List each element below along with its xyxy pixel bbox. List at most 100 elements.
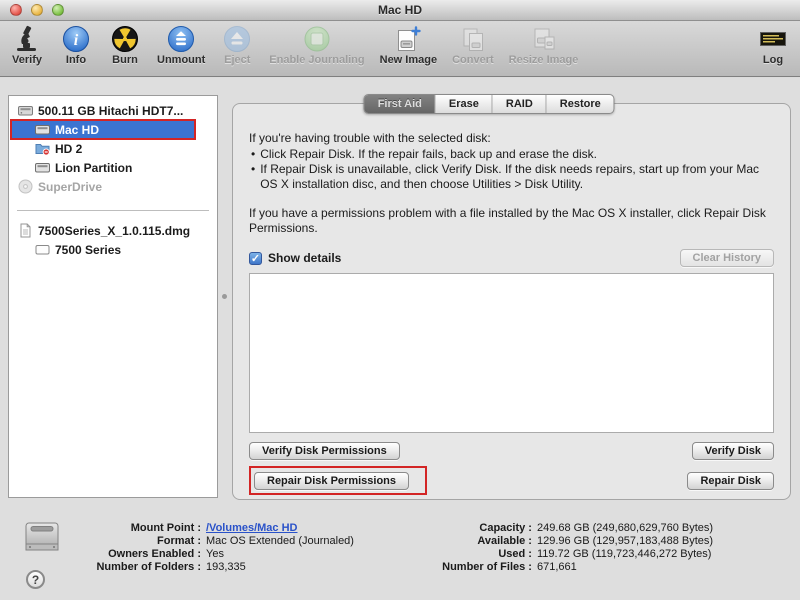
format-row: Format : Mac OS Extended (Journaled)	[64, 535, 354, 548]
footer-left-column: Mount Point : /Volumes/Mac HD Format : M…	[64, 522, 354, 574]
mount-point-label: Mount Point :	[64, 522, 201, 534]
tab-restore[interactable]: Restore	[547, 95, 614, 113]
sidebar-item-label: HD 2	[55, 142, 82, 156]
burn-button[interactable]: Burn	[108, 24, 142, 66]
toolbar: Verify i Info	[0, 21, 800, 77]
first-aid-instructions: If you're having trouble with the select…	[249, 131, 774, 236]
volume-icon	[35, 160, 50, 175]
sidebar-item-7500-series[interactable]: 7500 Series	[9, 240, 217, 259]
bullet-text: If Repair Disk is unavailable, click Ver…	[260, 162, 774, 192]
log-label: Log	[763, 54, 783, 66]
sidebar-item-hitachi-disk[interactable]: 500.11 GB Hitachi HDT7...	[9, 101, 217, 120]
eject-label: Eject	[224, 54, 250, 66]
capacity-value: 249.68 GB (249,680,629,760 Bytes)	[532, 522, 713, 534]
info-icon: i	[61, 24, 91, 54]
verify-disk-permissions-button[interactable]: Verify Disk Permissions	[249, 442, 400, 460]
folder-count-label: Number of Folders :	[64, 561, 201, 573]
convert-label: Convert	[452, 54, 494, 66]
help-button[interactable]: ?	[26, 570, 45, 589]
convert-button: Convert	[452, 24, 494, 66]
folder-count-row: Number of Folders : 193,335	[64, 561, 354, 574]
tab-raid[interactable]: RAID	[493, 95, 547, 113]
tab-strip: First Aid Erase RAID Restore	[364, 94, 615, 114]
window-title: Mac HD	[0, 3, 800, 17]
format-label: Format :	[64, 535, 201, 547]
first-aid-panel: First Aid Erase RAID Restore If you're h…	[232, 103, 791, 500]
used-row: Used : 119.72 GB (119,723,446,272 Bytes)	[409, 548, 713, 561]
format-value: Mac OS Extended (Journaled)	[201, 535, 354, 547]
pane-splitter-handle[interactable]	[222, 294, 227, 299]
verify-button-row: Verify Disk Permissions Verify Disk	[249, 442, 774, 460]
verify-disk-button[interactable]: Verify Disk	[692, 442, 774, 460]
owners-enabled-label: Owners Enabled :	[64, 548, 201, 560]
mount-point-link[interactable]: /Volumes/Mac HD	[206, 522, 298, 534]
folder-count-value: 193,335	[201, 561, 246, 573]
sidebar-item-label: 500.11 GB Hitachi HDT7...	[38, 104, 183, 118]
new-image-label: New Image	[380, 54, 437, 66]
burn-icon	[110, 24, 140, 54]
content-area: 500.11 GB Hitachi HDT7... Mac HD	[0, 78, 800, 600]
sidebar-divider	[17, 210, 209, 211]
disk-image-file-icon	[18, 223, 33, 238]
annotation-highlight: Repair Disk Permissions	[249, 466, 427, 495]
file-count-label: Number of Files :	[409, 561, 532, 573]
sidebar-item-label: Lion Partition	[55, 161, 132, 175]
verify-button[interactable]: Verify	[10, 24, 44, 66]
permissions-note: If you have a permissions problem with a…	[249, 206, 774, 236]
volume-info-footer: Mount Point : /Volumes/Mac HD Format : M…	[0, 510, 800, 600]
used-value: 119.72 GB (119,723,446,272 Bytes)	[532, 548, 712, 560]
checkbox-checked-icon[interactable]: ✓	[249, 252, 262, 265]
sidebar-item-label: SuperDrive	[38, 180, 102, 194]
available-value: 129.96 GB (129,957,183,488 Bytes)	[532, 535, 713, 547]
mount-point-row: Mount Point : /Volumes/Mac HD	[64, 522, 354, 535]
unmount-icon	[166, 24, 196, 54]
burn-label: Burn	[112, 54, 138, 66]
owners-enabled-row: Owners Enabled : Yes	[64, 548, 354, 561]
journaling-icon	[302, 24, 332, 54]
sidebar-item-hd-2[interactable]: HD 2	[9, 139, 217, 158]
hard-disk-icon	[22, 518, 62, 565]
used-label: Used :	[409, 548, 532, 560]
optical-drive-icon	[18, 179, 33, 194]
show-details-label: Show details	[268, 251, 341, 265]
unmount-button[interactable]: Unmount	[157, 24, 205, 66]
resize-image-icon	[529, 24, 559, 54]
info-button[interactable]: i Info	[59, 24, 93, 66]
folder-badge-icon	[35, 141, 50, 156]
footer-right-column: Capacity : 249.68 GB (249,680,629,760 By…	[409, 522, 713, 574]
eject-icon	[222, 24, 252, 54]
new-image-button[interactable]: New Image	[380, 24, 437, 66]
instructions-bullets: Click Repair Disk. If the repair fails, …	[249, 147, 774, 192]
capacity-row: Capacity : 249.68 GB (249,680,629,760 By…	[409, 522, 713, 535]
log-button[interactable]: Log	[756, 24, 790, 66]
owners-enabled-value: Yes	[201, 548, 224, 560]
info-label: Info	[66, 54, 86, 66]
verify-label: Verify	[12, 54, 42, 66]
sidebar-item-label: 7500 Series	[55, 243, 121, 257]
device-sidebar: 500.11 GB Hitachi HDT7... Mac HD	[8, 95, 218, 498]
sidebar-item-label: Mac HD	[55, 123, 99, 137]
available-row: Available : 129.96 GB (129,957,183,488 B…	[409, 535, 713, 548]
clear-history-button: Clear History	[680, 249, 774, 267]
show-details-checkbox-group[interactable]: ✓ Show details	[249, 251, 341, 265]
unmount-label: Unmount	[157, 54, 205, 66]
sidebar-item-superdrive[interactable]: SuperDrive	[9, 177, 217, 196]
sidebar-item-dmg-file[interactable]: 7500Series_X_1.0.115.dmg	[9, 221, 217, 240]
svg-text:i: i	[74, 32, 79, 49]
tab-erase[interactable]: Erase	[436, 95, 493, 113]
repair-disk-button[interactable]: Repair Disk	[687, 472, 774, 490]
sidebar-item-lion-partition[interactable]: Lion Partition	[9, 158, 217, 177]
enable-journaling-label: Enable Journaling	[269, 54, 364, 66]
resize-image-button: Resize Image	[509, 24, 579, 66]
repair-button-row: Repair Disk Permissions Repair Disk	[249, 466, 774, 495]
eject-button: Eject	[220, 24, 254, 66]
convert-icon	[458, 24, 488, 54]
details-output-box[interactable]	[249, 273, 774, 433]
tab-first-aid[interactable]: First Aid	[365, 95, 436, 113]
log-icon	[758, 24, 788, 54]
sidebar-item-mac-hd[interactable]: Mac HD	[11, 120, 195, 139]
enable-journaling-button: Enable Journaling	[269, 24, 364, 66]
repair-disk-permissions-button[interactable]: Repair Disk Permissions	[254, 472, 409, 490]
capacity-label: Capacity :	[409, 522, 532, 534]
instructions-intro: If you're having trouble with the select…	[249, 131, 774, 146]
